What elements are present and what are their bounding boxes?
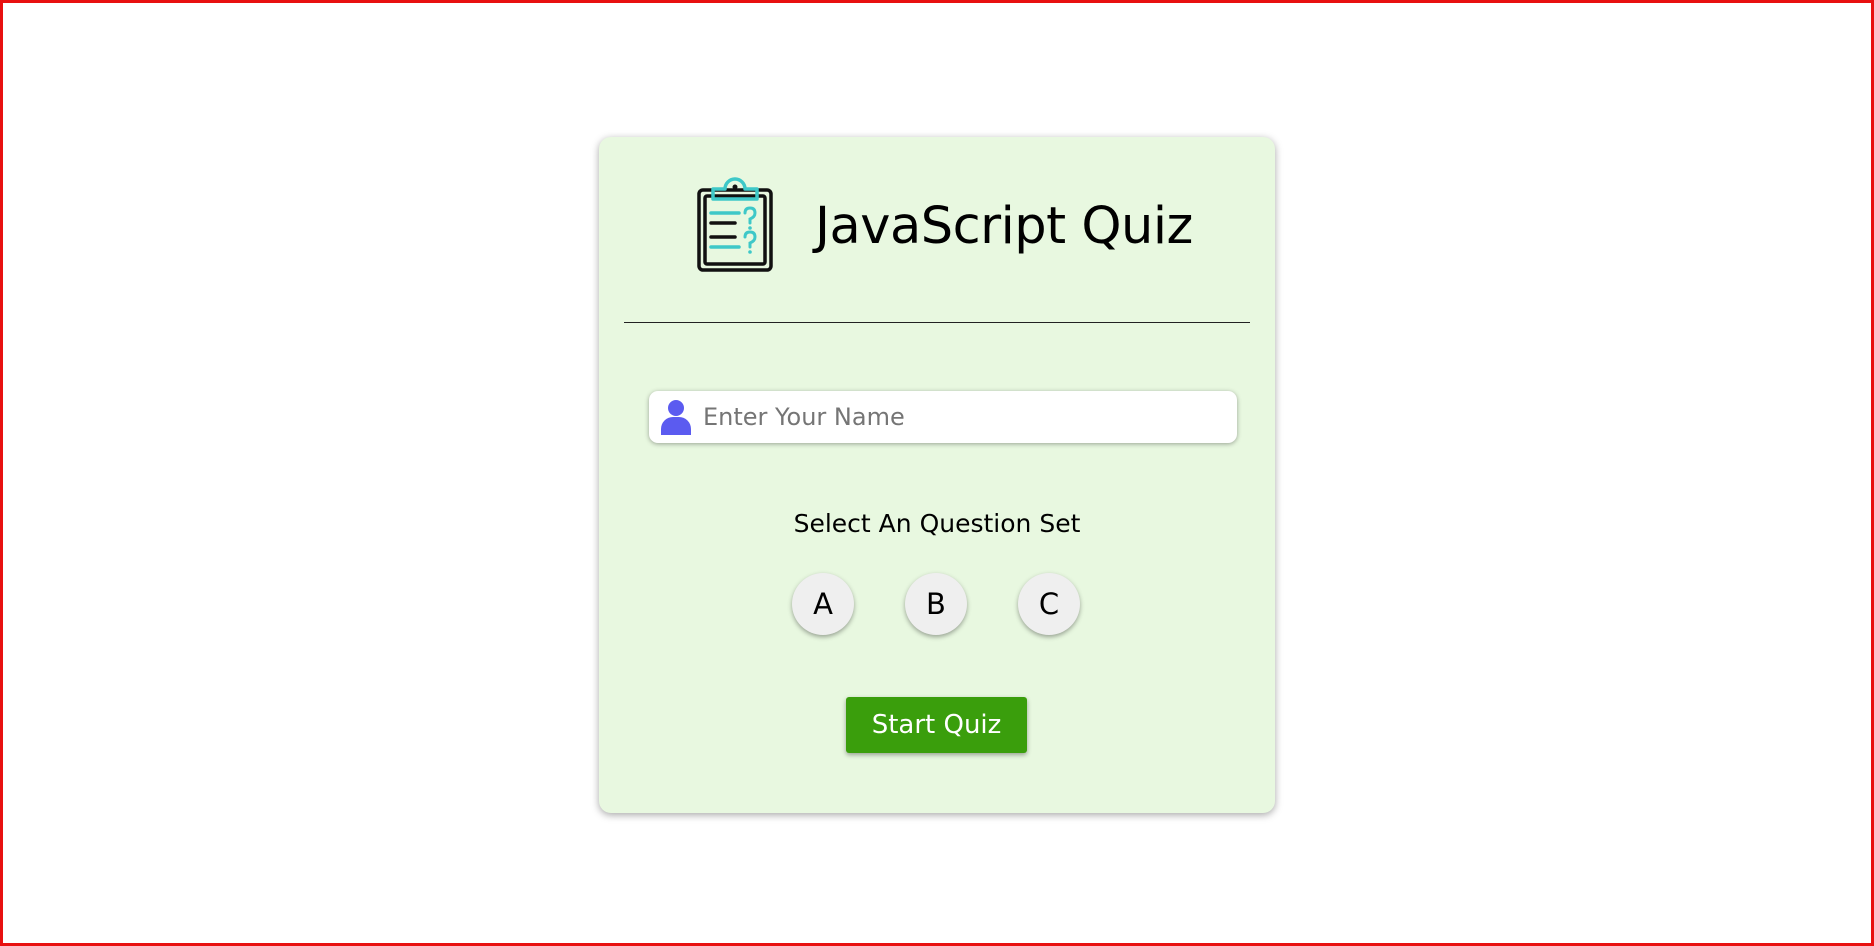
question-set-b-button[interactable]: B [905,573,967,635]
start-quiz-button[interactable]: Start Quiz [846,697,1027,753]
name-field[interactable] [649,391,1237,443]
question-set-label: Select An Question Set [793,509,1081,538]
quiz-card: JavaScript Quiz Select An Question Set A… [599,137,1275,813]
header-divider [624,322,1250,323]
name-input[interactable] [703,391,1223,443]
question-set-c-button[interactable]: C [1018,573,1080,635]
clipboard-question-icon [697,177,773,272]
user-icon [661,400,691,435]
quiz-header: JavaScript Quiz [599,137,1275,323]
question-set-a-button[interactable]: A [792,573,854,635]
page-title: JavaScript Quiz [815,197,1193,256]
